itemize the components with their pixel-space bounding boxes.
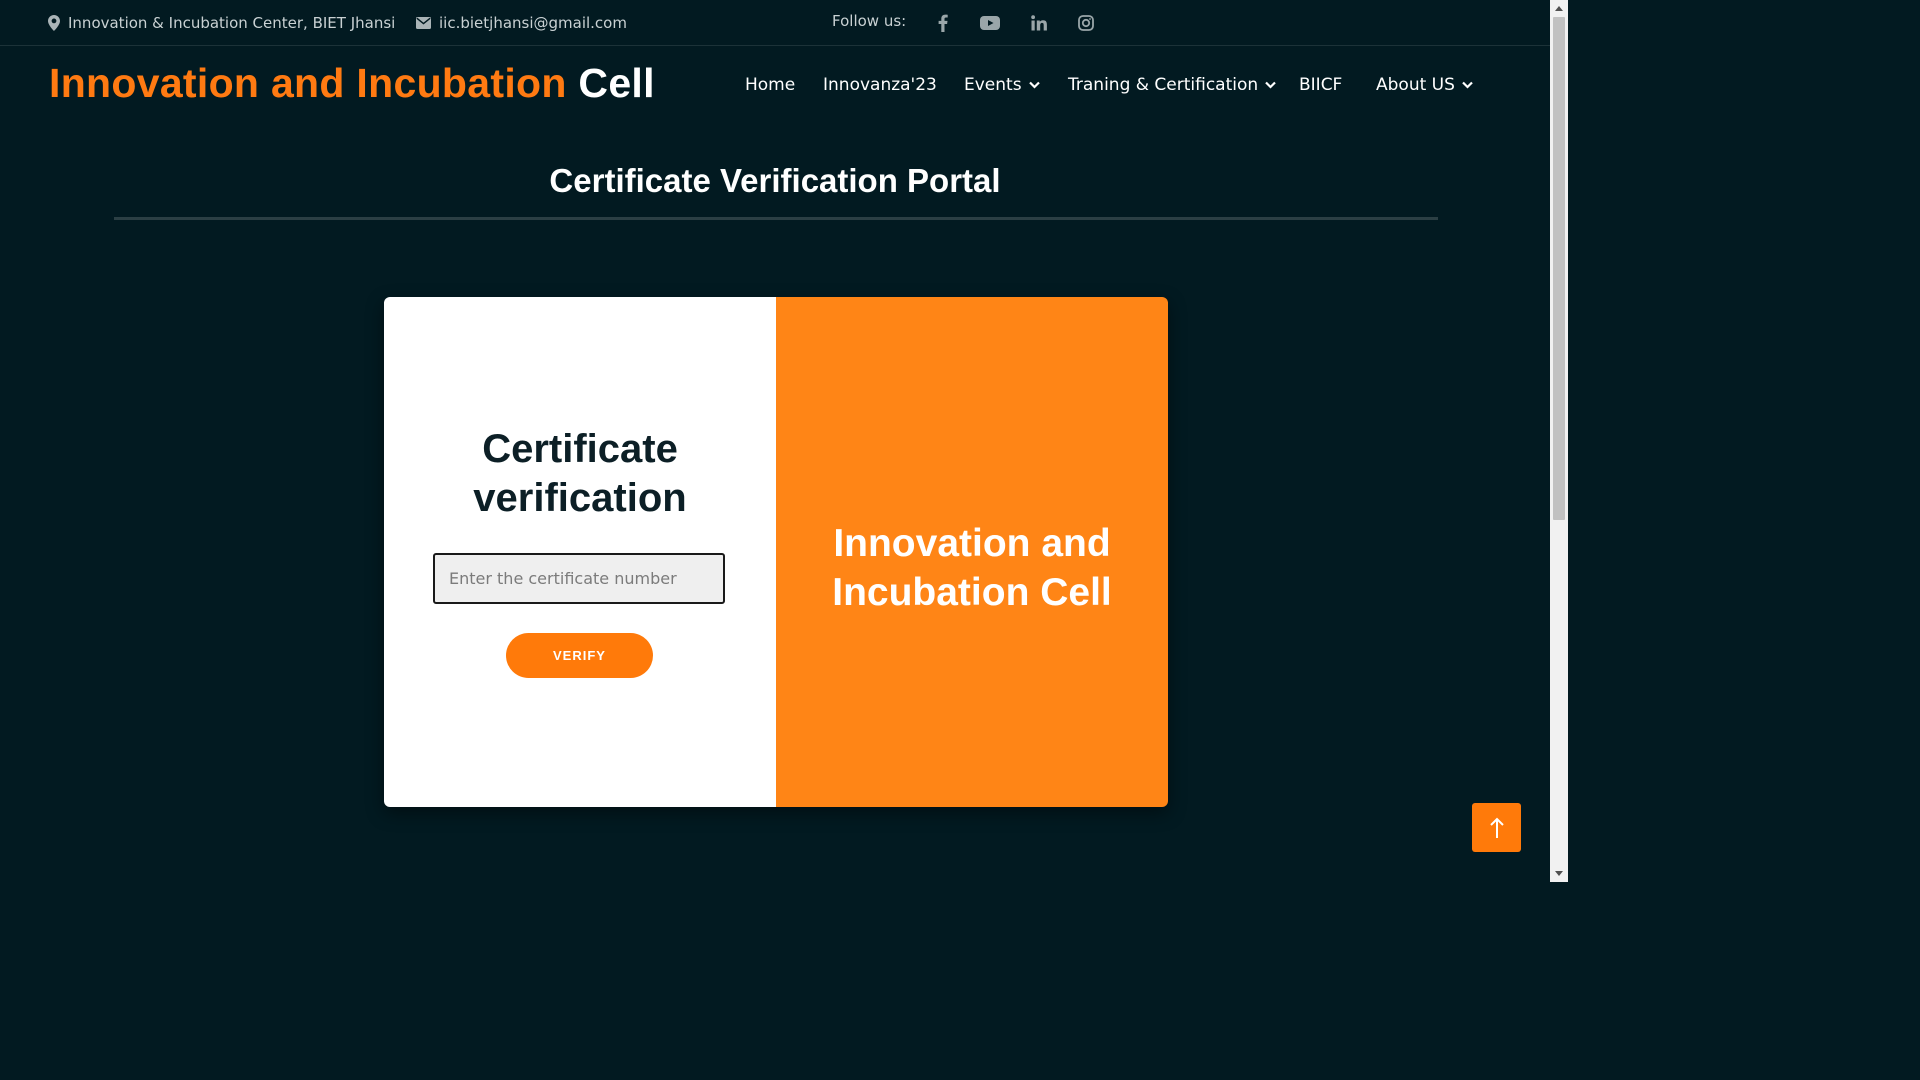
envelope-icon — [416, 17, 431, 29]
promo-line2: Incubation Cell — [832, 571, 1112, 614]
scrollbar-thumb[interactable] — [1553, 17, 1565, 520]
location-info: Innovation & Incubation Center, BIET Jha… — [48, 14, 395, 32]
facebook-icon[interactable] — [931, 12, 955, 34]
top-bar: Innovation & Incubation Center, BIET Jha… — [0, 0, 1550, 46]
nav-home[interactable]: Home — [745, 73, 795, 97]
nav-label: Innovanza'23 — [823, 75, 937, 95]
nav-about-us[interactable]: About US — [1376, 73, 1473, 97]
chevron-down-icon — [1265, 81, 1276, 89]
nav-training-certification[interactable]: Traning & Certification — [1068, 73, 1276, 97]
verify-button[interactable]: VERIFY — [506, 633, 653, 678]
site-logo[interactable]: Innovation and Incubation Cell — [49, 60, 655, 107]
nav-biicf[interactable]: BIICF — [1299, 73, 1342, 97]
email-info[interactable]: iic.bietjhansi@gmail.com — [416, 14, 627, 32]
follow-label: Follow us: — [832, 12, 907, 30]
chevron-down-icon — [1462, 81, 1473, 89]
back-to-top-button[interactable] — [1472, 803, 1521, 852]
verification-form-panel: Certificate verification VERIFY — [384, 297, 776, 807]
logo-text-primary: Innovation and Incubation — [49, 60, 567, 106]
certificate-number-input[interactable] — [433, 553, 725, 604]
promo-line1: Innovation and — [833, 522, 1111, 565]
nav-label: Home — [745, 75, 796, 95]
form-heading-line2: verification — [473, 476, 687, 520]
title-divider — [114, 217, 1438, 220]
page-title: Certificate Verification Portal — [549, 162, 1001, 199]
verification-card: Certificate verification VERIFY Innovati… — [384, 297, 1168, 807]
nav-label: BIICF — [1299, 75, 1343, 95]
arrow-up-icon — [1489, 817, 1504, 838]
scroll-down-arrow-icon[interactable] — [1550, 865, 1568, 882]
page: Innovation & Incubation Center, BIET Jha… — [0, 0, 1568, 882]
page-scrollbar[interactable] — [1550, 0, 1568, 882]
scroll-up-arrow-icon[interactable] — [1550, 0, 1568, 17]
map-pin-icon — [48, 15, 60, 31]
instagram-icon[interactable] — [1074, 12, 1098, 34]
nav-label: Events — [964, 75, 1022, 95]
nav-label: Traning & Certification — [1068, 75, 1259, 95]
promo-panel: Innovation and Incubation Cell — [776, 297, 1168, 807]
nav-label: About US — [1376, 75, 1455, 95]
nav-events[interactable]: Events — [964, 73, 1040, 97]
location-text: Innovation & Incubation Center, BIET Jha… — [68, 14, 396, 32]
form-heading: Certificate verification — [384, 425, 776, 523]
nav-innovanza[interactable]: Innovanza'23 — [823, 73, 937, 97]
email-text[interactable]: iic.bietjhansi@gmail.com — [439, 14, 627, 32]
logo-text-secondary: Cell — [578, 60, 655, 106]
promo-text: Innovation and Incubation Cell — [776, 519, 1168, 617]
chevron-down-icon — [1028, 81, 1040, 89]
youtube-icon[interactable] — [978, 12, 1002, 34]
form-heading-line1: Certificate — [482, 427, 678, 471]
linkedin-icon[interactable] — [1027, 12, 1051, 34]
